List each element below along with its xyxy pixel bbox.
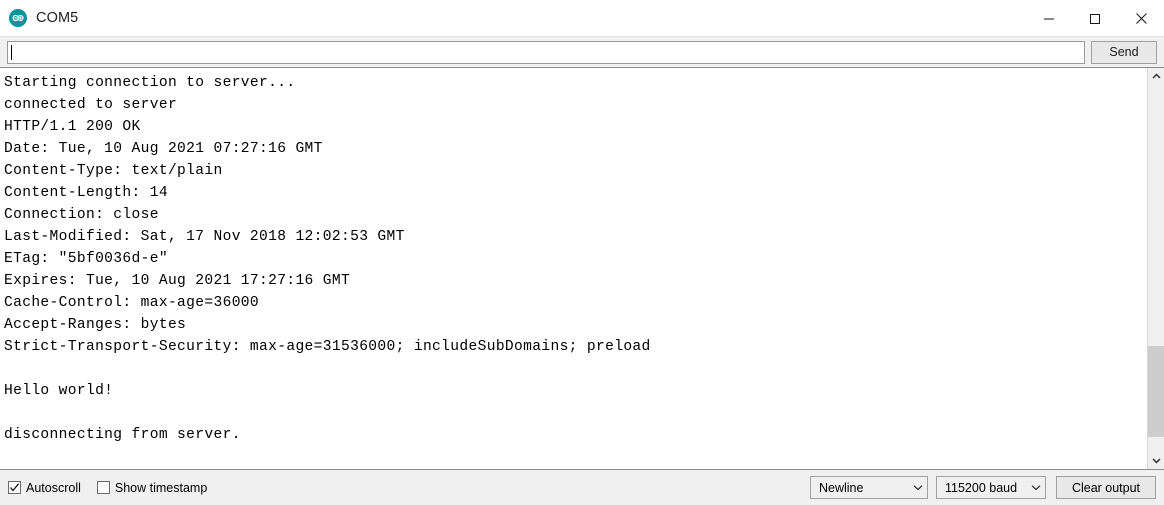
maximize-button[interactable] — [1072, 0, 1118, 37]
minimize-button[interactable] — [1026, 0, 1072, 37]
baud-rate-select[interactable]: 115200 baud — [936, 476, 1046, 499]
send-row: Send — [0, 37, 1164, 67]
console-line: ETag: "5bf0036d-e" — [4, 251, 168, 267]
window-title: COM5 — [36, 10, 79, 26]
console-line: disconnecting from server. — [4, 427, 241, 443]
console-line: Starting connection to server... — [4, 75, 296, 91]
console-line: Hello world! — [4, 383, 114, 399]
console-line: Content-Type: text/plain — [4, 163, 223, 179]
console-line: Content-Length: 14 — [4, 185, 168, 201]
send-button[interactable]: Send — [1091, 40, 1157, 64]
chevron-down-icon — [1031, 484, 1041, 491]
arduino-logo-icon — [9, 9, 27, 27]
console-line: Cache-Control: max-age=36000 — [4, 295, 260, 311]
chevron-down-icon — [913, 484, 923, 491]
console-line: Last-Modified: Sat, 17 Nov 2018 12:02:53… — [4, 229, 405, 245]
serial-monitor-window: COM5 Send Starting connection to server.… — [0, 0, 1164, 505]
clear-output-button[interactable]: Clear output — [1056, 476, 1156, 499]
autoscroll-label: Autoscroll — [26, 480, 81, 495]
titlebar: COM5 — [0, 0, 1164, 37]
console-scrollbar[interactable] — [1147, 68, 1164, 469]
show-timestamp-checkbox-group[interactable]: Show timestamp — [96, 480, 208, 495]
scroll-down-button[interactable] — [1148, 452, 1164, 469]
baud-rate-value: 115200 baud — [945, 480, 1018, 495]
serial-output-console[interactable]: Starting connection to server... connecte… — [0, 68, 1147, 469]
show-timestamp-checkbox[interactable] — [96, 481, 110, 494]
console-area: Starting connection to server... connecte… — [0, 67, 1164, 470]
scroll-up-button[interactable] — [1148, 68, 1164, 85]
show-timestamp-label: Show timestamp — [114, 480, 208, 495]
serial-send-input[interactable] — [7, 40, 1085, 64]
close-button[interactable] — [1118, 0, 1164, 37]
window-controls — [1026, 0, 1164, 37]
line-ending-value: Newline — [819, 480, 864, 495]
console-line: Connection: close — [4, 207, 159, 223]
scrollbar-track[interactable] — [1148, 85, 1164, 452]
console-line: Strict-Transport-Security: max-age=31536… — [4, 339, 651, 355]
bottom-toolbar: Autoscroll Show timestamp Newline 115200… — [0, 470, 1164, 505]
console-line: Accept-Ranges: bytes — [4, 317, 187, 333]
text-caret — [11, 44, 12, 60]
autoscroll-checkbox[interactable] — [8, 481, 21, 494]
console-line: Expires: Tue, 10 Aug 2021 17:27:16 GMT — [4, 273, 351, 289]
autoscroll-checkbox-group[interactable]: Autoscroll — [8, 481, 81, 495]
console-line: Date: Tue, 10 Aug 2021 07:27:16 GMT — [4, 141, 323, 157]
scrollbar-thumb[interactable] — [1148, 345, 1164, 438]
line-ending-select[interactable]: Newline — [810, 476, 928, 499]
console-line: HTTP/1.1 200 OK — [4, 119, 141, 135]
console-line: connected to server — [4, 97, 178, 113]
